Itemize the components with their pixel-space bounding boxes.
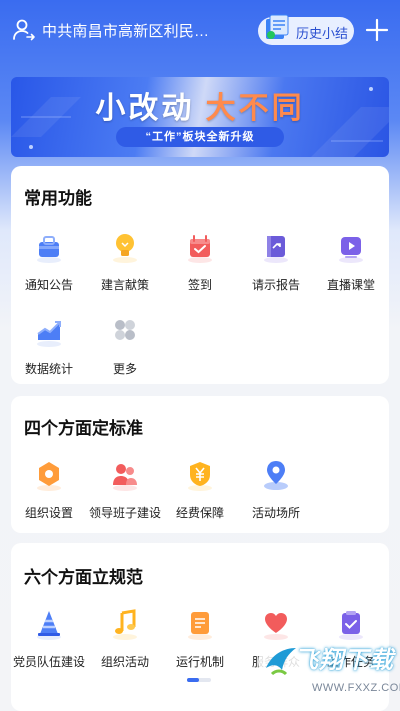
tile-leadership[interactable]: 领导班子建设	[87, 458, 163, 528]
banner-subtitle: “工作”板块全新升级	[145, 131, 255, 143]
hexagon-org-icon	[32, 458, 66, 492]
organization-name[interactable]: 中共南昌市高新区利民…	[42, 20, 209, 41]
watermark-text: 飞翔下载	[294, 647, 394, 674]
banner-title: 小改动 大不同	[11, 83, 389, 127]
four-aspects-card: 四个方面定标准 组织设置 领导班子建设 经费保障 活动场所	[11, 396, 389, 533]
more-grid-icon	[108, 314, 142, 348]
tile-signin[interactable]: 签到	[162, 230, 238, 300]
notice-bag-icon	[32, 230, 66, 264]
tile-suggestion[interactable]: 建言献策	[87, 230, 163, 300]
promo-banner[interactable]: 小改动 大不同 “工作”板块全新升级	[11, 77, 389, 157]
common-functions-card: 常用功能 通知公告 建言献策 签到 请示报告 直播课堂 数据统计 更多	[11, 166, 389, 384]
site-watermark: 飞翔下载 WWW.FXXZ.COM	[254, 634, 400, 711]
top-bar: 中共南昌市高新区利民… 历史小结	[0, 0, 400, 64]
tile-org-activity[interactable]: 组织活动	[87, 607, 163, 677]
report-book-icon	[259, 230, 293, 264]
history-summary-icon	[266, 14, 289, 39]
team-people-icon	[108, 458, 142, 492]
user-switch-icon[interactable]	[12, 18, 36, 42]
common-functions-title: 常用功能	[24, 189, 92, 208]
tile-venue-label: 活动场所	[251, 506, 300, 520]
live-play-icon	[334, 230, 368, 264]
page-indicator-active	[187, 678, 199, 682]
music-note-icon	[108, 607, 142, 641]
tile-venue[interactable]: 活动场所	[238, 458, 314, 528]
tile-notice[interactable]: 通知公告	[11, 230, 87, 300]
calendar-check-icon	[183, 230, 217, 264]
history-summary-label: 历史小结	[296, 26, 349, 41]
yuan-shield-icon	[183, 458, 217, 492]
page-indicator	[187, 678, 211, 682]
watermark-url: WWW.FXXZ.COM	[312, 682, 400, 694]
banner-title-part2: 大不同	[205, 92, 305, 125]
tile-live[interactable]: 直播课堂	[313, 230, 389, 300]
history-summary-button[interactable]: 历史小结	[258, 14, 354, 45]
tile-funding[interactable]: 经费保障	[162, 458, 238, 528]
tile-statistics[interactable]: 数据统计	[11, 314, 87, 384]
tile-mechanism[interactable]: 运行机制	[162, 607, 238, 677]
banner-subtitle-pill: “工作”板块全新升级	[116, 127, 284, 147]
tile-report[interactable]: 请示报告	[238, 230, 314, 300]
four-aspects-title: 四个方面定标准	[24, 419, 143, 438]
tile-member-team[interactable]: 党员队伍建设	[11, 607, 87, 677]
add-plus-icon[interactable]	[364, 14, 390, 44]
tile-live-label: 直播课堂	[326, 278, 375, 292]
document-icon	[183, 607, 217, 641]
cone-icon	[32, 607, 66, 641]
lightbulb-icon	[108, 230, 142, 264]
trend-chart-icon	[32, 314, 66, 348]
location-pin-icon	[259, 458, 293, 492]
tile-org-setup[interactable]: 组织设置	[11, 458, 87, 528]
tile-more-label: 更多	[112, 362, 137, 376]
six-aspects-title: 六个方面立规范	[24, 568, 143, 587]
tile-more[interactable]: 更多	[87, 314, 163, 384]
banner-title-part1: 小改动	[95, 92, 195, 125]
